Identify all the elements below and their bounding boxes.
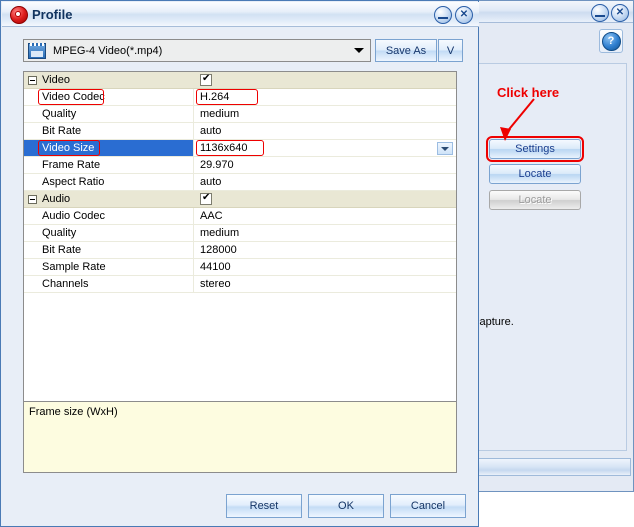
profile-dialog-titlebar: Profile ✕ xyxy=(2,2,479,27)
page-title: Profile xyxy=(32,7,73,22)
grid-row-video-size[interactable]: Video Size 1136x640 xyxy=(24,140,456,157)
collapse-icon[interactable] xyxy=(28,194,37,204)
grid-row-channels[interactable]: Channels stereo xyxy=(24,276,456,293)
minimize-icon xyxy=(595,15,605,17)
grid-row-value: stereo xyxy=(200,278,231,290)
close-icon: ✕ xyxy=(615,7,625,18)
video-file-icon xyxy=(28,42,46,59)
grid-row-value: auto xyxy=(200,176,222,188)
grid-row-label: Aspect Ratio xyxy=(42,176,105,188)
minimize-icon xyxy=(438,17,448,19)
grid-row-label: Sample Rate xyxy=(42,261,106,273)
grid-row-audio-quality[interactable]: Quality medium xyxy=(24,225,456,242)
locate-button[interactable]: Locate xyxy=(489,164,581,184)
bg-close-button[interactable]: ✕ xyxy=(611,4,629,22)
grid-row-label: Audio Codec xyxy=(42,210,105,222)
grid-row-audio-codec[interactable]: Audio Codec AAC xyxy=(24,208,456,225)
grid-row-video-bit-rate[interactable]: Bit Rate auto xyxy=(24,123,456,140)
grid-row-label: Audio xyxy=(42,193,71,205)
grid-row-value: 1136x640 xyxy=(200,142,248,154)
grid-row-label: Video Size xyxy=(42,142,95,154)
grid-row-label: Video Codec xyxy=(42,91,105,103)
grid-row-value: 29.970 xyxy=(200,159,234,171)
grid-row-video-quality[interactable]: Quality medium xyxy=(24,106,456,123)
grid-row-sample-rate[interactable]: Sample Rate 44100 xyxy=(24,259,456,276)
cancel-button[interactable]: Cancel xyxy=(390,494,466,518)
grid-row-value: medium xyxy=(200,227,240,239)
grid-category-audio[interactable]: Audio xyxy=(24,191,456,208)
grid-row-value: auto xyxy=(200,125,222,137)
help-button[interactable]: ? xyxy=(599,29,623,53)
profile-target-icon xyxy=(10,6,28,24)
video-size-dropdown-icon[interactable] xyxy=(437,142,453,155)
video-enabled-checkbox[interactable] xyxy=(200,73,212,86)
profile-dialog: Profile ✕ MPEG-4 Video(*.mp4) Save As V xyxy=(0,0,479,527)
grid-row-value: 44100 xyxy=(200,261,231,273)
save-as-button[interactable]: Save As xyxy=(375,39,437,62)
bg-minimize-button[interactable] xyxy=(591,4,609,22)
background-window-controls: ✕ xyxy=(591,4,629,22)
property-grid[interactable]: Video Video Codec H.264 xyxy=(23,71,457,402)
locate-button-disabled: Locate xyxy=(489,190,581,210)
grid-row-label: Bit Rate xyxy=(42,244,82,256)
grid-row-label: Frame Rate xyxy=(42,159,101,171)
dialog-close-button[interactable]: ✕ xyxy=(455,6,473,24)
annotation-arrow-icon xyxy=(500,98,535,141)
grid-row-label: Channels xyxy=(42,278,89,290)
grid-category-video[interactable]: Video xyxy=(24,72,456,89)
background-window-titlebar: ✕ xyxy=(463,1,633,23)
grid-row-value: AAC xyxy=(200,210,223,222)
grid-row-value: medium xyxy=(200,108,240,120)
grid-row-label: Quality xyxy=(42,108,77,120)
grid-row-value: H.264 xyxy=(200,91,230,103)
grid-row-aspect-ratio[interactable]: Aspect Ratio auto xyxy=(24,174,456,191)
grid-row-label: Video xyxy=(42,74,70,86)
audio-enabled-checkbox[interactable] xyxy=(200,192,212,205)
property-description-pane: Frame size (WxH) xyxy=(23,401,457,473)
grid-row-frame-rate[interactable]: Frame Rate 29.970 xyxy=(24,157,456,174)
grid-row-label: Quality xyxy=(42,227,77,239)
profile-dialog-controls: ✕ xyxy=(434,6,473,24)
dialog-minimize-button[interactable] xyxy=(434,6,452,24)
grid-row-audio-bit-rate[interactable]: Bit Rate 128000 xyxy=(24,242,456,259)
profile-format-select[interactable]: MPEG-4 Video(*.mp4) xyxy=(23,39,371,62)
profile-format-value: MPEG-4 Video(*.mp4) xyxy=(53,44,163,57)
question-mark-icon: ? xyxy=(601,31,621,51)
grid-row-value: 128000 xyxy=(200,244,237,256)
background-window-statusbar xyxy=(466,458,631,476)
ok-button[interactable]: OK xyxy=(308,494,384,518)
grid-row-video-codec[interactable]: Video Codec H.264 xyxy=(24,89,456,106)
chevron-down-icon[interactable] xyxy=(350,43,367,58)
save-as-menu-button[interactable]: V xyxy=(438,39,463,62)
grid-row-label: Bit Rate xyxy=(42,125,82,137)
background-text-fragment: capture. xyxy=(474,316,514,328)
close-icon: ✕ xyxy=(459,9,469,20)
reset-button[interactable]: Reset xyxy=(226,494,302,518)
collapse-icon[interactable] xyxy=(28,75,37,85)
screen-root: ✕ ? capture. Settings Locate Locate Clic… xyxy=(0,0,634,527)
